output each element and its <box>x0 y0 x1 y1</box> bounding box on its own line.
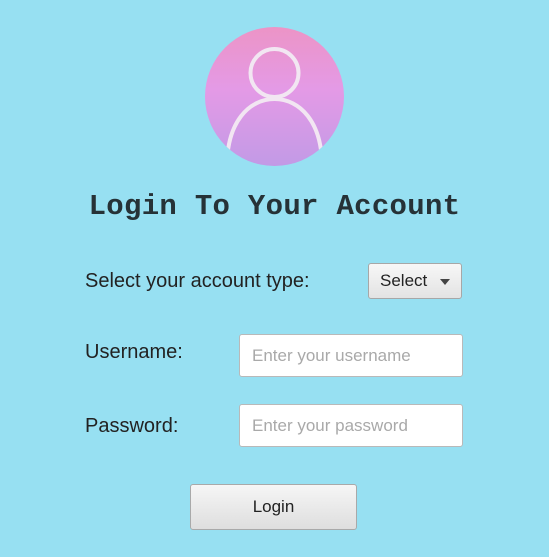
username-input[interactable] <box>239 334 463 377</box>
user-silhouette-icon <box>225 47 324 166</box>
login-button[interactable]: Login <box>190 484 357 530</box>
account-type-label: Select your account type: <box>85 270 310 292</box>
account-type-selected-value: Select <box>380 271 428 290</box>
username-label: Username: <box>85 341 183 363</box>
password-input[interactable] <box>239 404 463 447</box>
dropdown-caret-icon <box>440 279 450 285</box>
account-type-select[interactable]: Select <box>368 263 462 299</box>
page-title: Login To Your Account <box>88 190 461 223</box>
password-label: Password: <box>85 415 179 437</box>
user-avatar-icon <box>205 27 344 166</box>
